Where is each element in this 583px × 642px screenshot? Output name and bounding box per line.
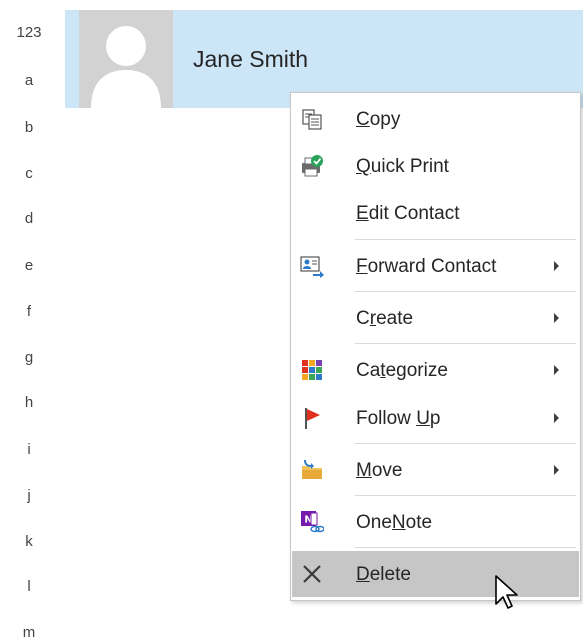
submenu-arrow-icon [554, 313, 559, 323]
contact-name: Jane Smith [193, 46, 309, 72]
onenote-icon: N [301, 511, 324, 533]
submenu-arrow-icon [554, 413, 559, 423]
menu-item-create[interactable]: Create [292, 295, 579, 341]
index-item-m[interactable]: m [0, 624, 58, 642]
index-item-f[interactable]: f [0, 303, 58, 321]
person-silhouette-icon [79, 10, 173, 108]
menu-label-onenote: OneNote [356, 512, 433, 533]
menu-item-move[interactable]: Move [292, 447, 579, 493]
index-item-i[interactable]: i [0, 441, 58, 459]
index-item-k[interactable]: k [0, 533, 58, 551]
menu-item-copy[interactable]: Copy [292, 96, 579, 142]
menu-item-onenote[interactable]: N OneNote [292, 499, 579, 545]
alphabet-index: 123 a b c d e f g h i j k l m [0, 0, 58, 642]
menu-separator [355, 291, 576, 292]
index-item-j[interactable]: j [0, 487, 58, 505]
menu-item-follow-up[interactable]: Follow Up [292, 395, 579, 441]
menu-label-forward-contact: Forward Contact [356, 256, 497, 277]
index-item-a[interactable]: a [0, 72, 58, 90]
submenu-arrow-icon [554, 261, 559, 271]
menu-item-quick-print[interactable]: Quick Print [292, 143, 579, 189]
delete-x-icon [303, 565, 321, 583]
index-item-l[interactable]: l [0, 578, 58, 596]
menu-separator [355, 343, 576, 344]
follow-up-flag-icon [305, 408, 320, 429]
index-item-e[interactable]: e [0, 257, 58, 275]
quick-print-icon [302, 155, 323, 177]
avatar [79, 10, 173, 108]
copy-icon [302, 109, 322, 130]
menu-separator [355, 547, 576, 548]
index-item-d[interactable]: d [0, 210, 58, 228]
menu-label-create: Create [356, 308, 414, 329]
menu-label-follow-up: Follow Up [356, 408, 441, 429]
index-item-c[interactable]: c [0, 165, 58, 183]
menu-item-categorize[interactable]: Categorize [292, 347, 579, 393]
mouse-cursor-icon [495, 575, 518, 609]
index-item-h[interactable]: h [0, 394, 58, 412]
menu-separator [355, 495, 576, 496]
index-item-g[interactable]: g [0, 349, 58, 367]
menu-separator [355, 239, 576, 240]
index-item-b[interactable]: b [0, 119, 58, 137]
menu-item-forward-contact[interactable]: Forward Contact [292, 243, 579, 289]
menu-label-categorize: Categorize [356, 360, 448, 381]
index-item-123[interactable]: 123 [0, 24, 58, 42]
menu-item-edit-contact[interactable]: Edit Contact [292, 190, 579, 236]
menu-label-move: Move [356, 460, 403, 481]
menu-label-copy: Copy [356, 109, 401, 130]
submenu-arrow-icon [554, 465, 559, 475]
submenu-arrow-icon [554, 365, 559, 375]
menu-item-delete[interactable]: Delete [292, 551, 579, 597]
menu-label-delete: Delete [356, 564, 411, 585]
categorize-icon [302, 360, 322, 380]
menu-label-quick-print: Quick Print [356, 156, 449, 177]
move-folder-icon [302, 460, 322, 479]
menu-label-edit-contact: Edit Contact [356, 203, 460, 224]
forward-contact-icon [300, 256, 324, 278]
context-menu: Copy Quick Print Edit Contact Forward Co… [290, 92, 581, 601]
menu-separator [355, 443, 576, 444]
